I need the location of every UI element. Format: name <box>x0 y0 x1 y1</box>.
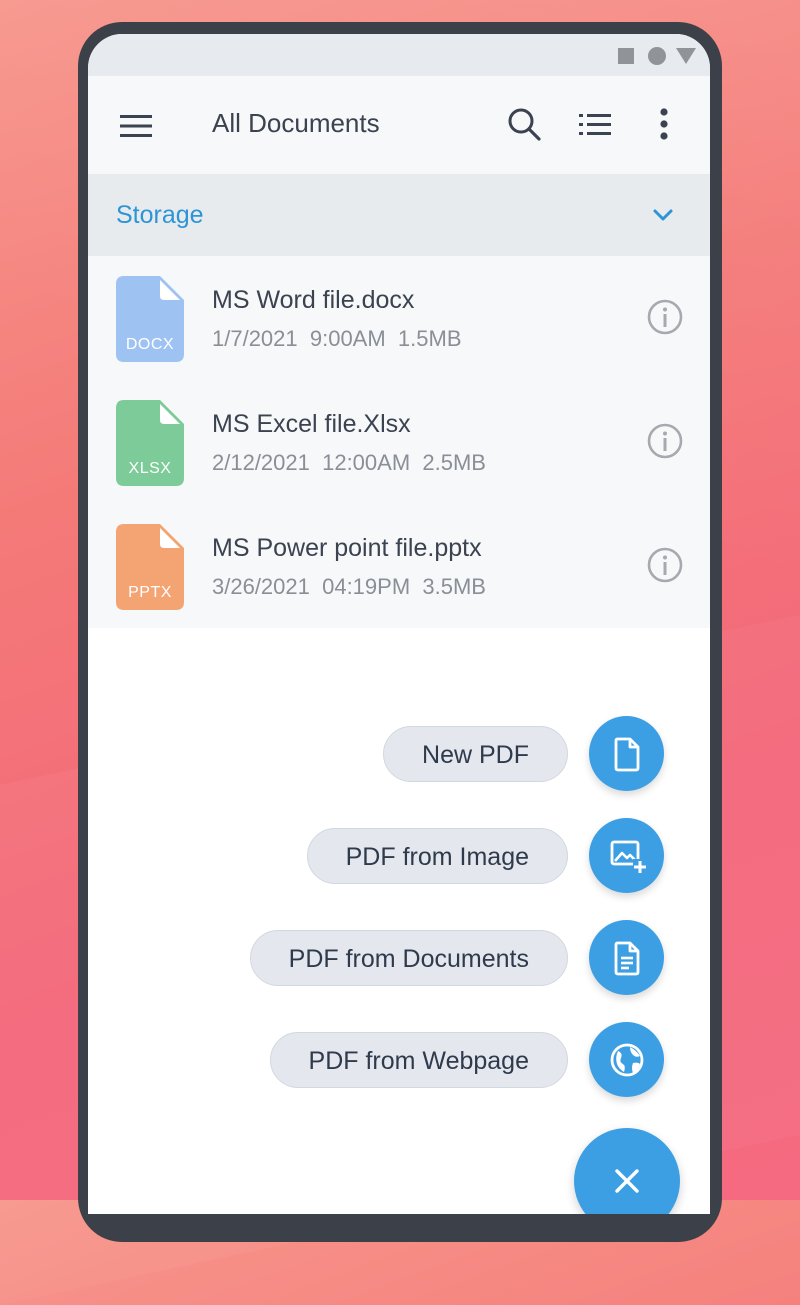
file-type-icon: XLSX <box>116 400 184 486</box>
list-view-icon[interactable] <box>576 106 616 146</box>
file-type-icon: PPTX <box>116 524 184 610</box>
storage-label: Storage <box>116 201 204 229</box>
more-options-icon[interactable] <box>644 104 684 144</box>
pdf-from-image-fab[interactable] <box>589 818 664 893</box>
file-name: MS Word file.docx <box>212 286 415 314</box>
file-extension-label: DOCX <box>125 336 175 353</box>
recent-apps-icon <box>618 48 634 64</box>
status-bar <box>88 34 710 76</box>
search-icon[interactable] <box>504 104 544 144</box>
info-icon[interactable] <box>646 298 684 336</box>
document-icon <box>614 737 640 772</box>
home-icon <box>648 47 666 65</box>
close-fab-button[interactable] <box>574 1128 680 1214</box>
new-pdf-button[interactable]: New PDF <box>383 726 568 782</box>
globe-icon <box>610 1043 644 1077</box>
menu-icon[interactable] <box>116 106 156 146</box>
file-meta: 1/7/2021 9:00AM 1.5MB <box>212 326 462 351</box>
new-pdf-fab[interactable] <box>589 716 664 791</box>
file-meta: 3/26/2021 04:19PM 3.5MB <box>212 574 486 599</box>
close-icon <box>615 1169 639 1193</box>
fab-action-pdf-from-documents: PDF from Documents <box>88 920 710 1000</box>
page-title: All Documents <box>212 108 380 138</box>
file-list: DOCX MS Word file.docx 1/7/2021 9:00AM 1… <box>88 256 710 628</box>
chevron-down-icon <box>648 200 678 230</box>
fab-action-pdf-from-image: PDF from Image <box>88 818 710 898</box>
list-item[interactable]: PPTX MS Power point file.pptx 3/26/2021 … <box>88 504 710 628</box>
pdf-from-webpage-button[interactable]: PDF from Webpage <box>269 1032 568 1088</box>
file-meta: 2/12/2021 12:00AM 2.5MB <box>212 450 486 475</box>
file-extension-label: PPTX <box>128 584 172 601</box>
info-icon[interactable] <box>646 546 684 584</box>
pdf-from-documents-fab[interactable] <box>589 920 664 995</box>
file-type-icon: DOCX <box>116 276 184 362</box>
pdf-from-webpage-fab[interactable] <box>589 1022 664 1097</box>
file-name: MS Power point file.pptx <box>212 534 482 562</box>
list-item[interactable]: DOCX MS Word file.docx 1/7/2021 9:00AM 1… <box>88 256 710 380</box>
text-document-icon <box>614 941 640 976</box>
pdf-from-image-button[interactable]: PDF from Image <box>306 828 568 884</box>
storage-dropdown[interactable]: Storage <box>88 174 710 256</box>
app-screen: All Documents Storage DOCX MS Word file.… <box>88 34 710 1214</box>
signal-icon <box>676 48 696 64</box>
fab-action-new-pdf: New PDF <box>88 716 710 796</box>
list-item[interactable]: XLSX MS Excel file.Xlsx 2/12/2021 12:00A… <box>88 380 710 504</box>
fab-action-pdf-from-webpage: PDF from Webpage <box>88 1022 710 1102</box>
info-icon[interactable] <box>646 422 684 460</box>
file-extension-label: XLSX <box>128 460 172 477</box>
add-image-icon <box>610 840 647 873</box>
app-bar: All Documents <box>88 76 710 174</box>
pdf-from-documents-button[interactable]: PDF from Documents <box>249 930 568 986</box>
file-name: MS Excel file.Xlsx <box>212 410 411 438</box>
